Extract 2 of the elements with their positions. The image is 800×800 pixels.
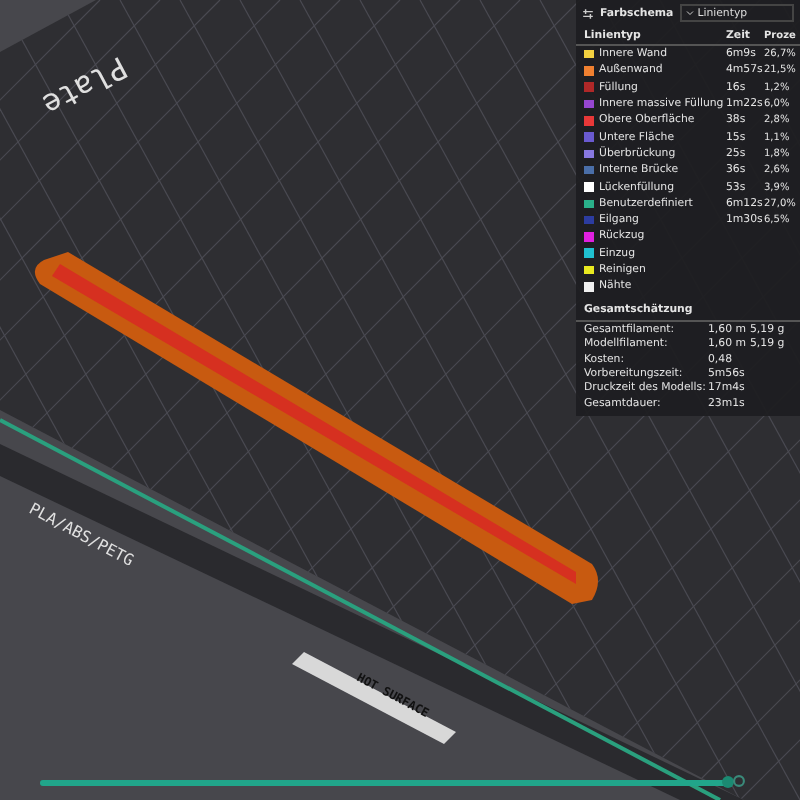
chevron-down-icon (685, 10, 694, 16)
layer-slider[interactable] (40, 776, 728, 788)
